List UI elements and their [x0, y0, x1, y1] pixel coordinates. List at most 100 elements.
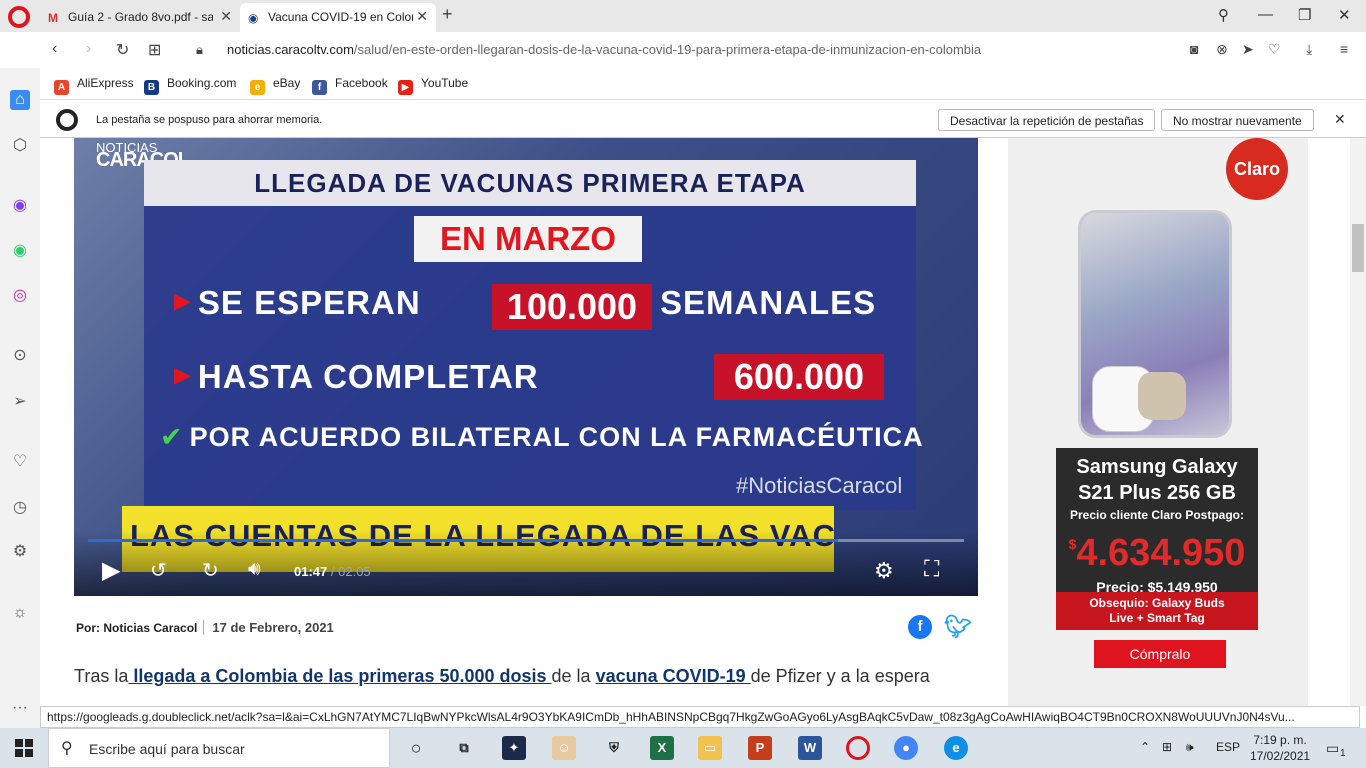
excel-icon[interactable]: X — [650, 736, 674, 760]
claro-advertisement[interactable]: Claro Samsung Galaxy S21 Plus 256 GB Prec… — [1008, 138, 1308, 706]
settings-icon[interactable]: ⚙ — [10, 542, 30, 562]
task-view-icon[interactable]: ⧉ — [452, 736, 476, 760]
send-icon[interactable]: ➤ — [1242, 41, 1254, 58]
tab-snooze-infobar: La pestaña se pospuso para ahorrar memor… — [40, 101, 1366, 138]
whatsapp-icon[interactable]: ◉ — [10, 241, 30, 261]
windows-start-icon[interactable] — [15, 739, 33, 757]
home-icon[interactable]: ⌂ — [10, 90, 30, 110]
tab-close-icon[interactable]: ✕ — [220, 8, 232, 25]
tips-lightbulb-icon[interactable]: ☼ — [10, 603, 30, 623]
photo-app-icon[interactable]: ☺ — [552, 736, 576, 760]
messenger-icon[interactable]: ◉ — [10, 196, 30, 216]
forward-button[interactable]: › — [86, 40, 91, 58]
article-link-vacuna[interactable]: vacuna COVID-19 — [596, 666, 751, 686]
tab-caracol[interactable]: ◉ Vacuna COVID-19 en Color ✕ — [240, 3, 436, 32]
volume-icon[interactable]: 🔊︎ — [248, 558, 261, 581]
buy-button[interactable]: Cómpralo — [1094, 640, 1226, 668]
article-byline: Por: Noticias Caracol 17 de Febrero, 2021 — [76, 620, 334, 635]
bookmark-heart-icon[interactable]: ♡ — [1268, 41, 1281, 58]
powerpoint-icon[interactable]: P — [748, 736, 772, 760]
video-controls: ▶ ↺ ↻ 🔊︎ 01:47 / 02:05 ⚙ ⛶ — [74, 530, 978, 596]
word-icon[interactable]: W — [798, 736, 822, 760]
bookmark-aliexpress[interactable]: A AliExpress — [54, 76, 134, 95]
ad-price-value: 4.634.950 — [1076, 532, 1246, 574]
flow-send-icon[interactable]: ➢ — [10, 392, 30, 412]
forward-10-icon[interactable]: ↻ — [202, 558, 219, 583]
scroll-thumb[interactable] — [1352, 224, 1364, 272]
video-player[interactable]: NOTICIAS CARACOL LLEGADA DE VACUNAS PRIME… — [74, 138, 978, 596]
publish-date: 17 de Febrero, 2021 — [203, 620, 334, 635]
clock-date: 17/02/2021 — [1250, 749, 1311, 763]
ebay-icon: e — [250, 80, 265, 95]
back-button[interactable]: ‹ — [52, 40, 57, 58]
ad-subtitle: Precio cliente Claro Postpago: — [1069, 508, 1245, 522]
bookmark-youtube[interactable]: ▶ YouTube — [398, 76, 468, 95]
volume-tray-icon[interactable]: 🕪︎ — [1186, 740, 1194, 755]
cortana-icon[interactable]: ○ — [404, 736, 428, 760]
bullet-line-3: ✔ POR ACUERDO BILATERAL CON LA FARMACÉUTI… — [160, 422, 924, 453]
network-icon[interactable]: ⊞ — [1162, 740, 1172, 754]
tab-title: Vacuna COVID-19 en Color — [268, 10, 413, 24]
bookmark-ebay[interactable]: e eBay — [250, 76, 300, 95]
extensions-icon[interactable]: ⬡ — [10, 136, 30, 156]
tray-chevron-icon[interactable]: ⌃ — [1140, 740, 1150, 754]
new-tab-button[interactable]: + — [442, 4, 453, 25]
instagram-icon[interactable]: ◎ — [10, 286, 30, 306]
page-scrollbar[interactable] — [1350, 138, 1366, 706]
caracol-icon: ◉ — [248, 11, 259, 25]
downloads-icon[interactable]: ⤓ — [1306, 41, 1312, 58]
settings-gear-icon[interactable]: ⚙ — [874, 558, 894, 584]
language-indicator[interactable]: ESP — [1216, 740, 1240, 754]
bullet-label: HASTA COMPLETAR — [197, 358, 539, 395]
file-explorer-icon[interactable]: ▭ — [698, 736, 722, 760]
more-icon[interactable]: ··· — [10, 698, 30, 718]
bookmark-facebook[interactable]: f Facebook — [312, 76, 388, 95]
play-icon[interactable]: ▶ — [102, 556, 120, 585]
url-field[interactable]: noticias.caracoltv.com/salud/en-este-ord… — [227, 42, 981, 57]
close-window-button[interactable]: ✕ — [1338, 6, 1351, 24]
url-path: /salud/en-este-orden-llegaran-dosis-de-l… — [353, 42, 982, 57]
history-icon[interactable]: ◷ — [10, 498, 30, 518]
tab-gmail[interactable]: M Guía 2 - Grado 8vo.pdf - sa ✕ — [40, 3, 240, 32]
facebook-share-icon[interactable]: f — [908, 615, 932, 639]
speed-dial-icon[interactable]: ⊞ — [148, 40, 161, 60]
notifications-icon[interactable]: ▭ — [1326, 740, 1339, 757]
clock-time: 7:19 p. m. — [1253, 733, 1307, 747]
disable-tab-snooze-button[interactable]: Desactivar la repetición de pestañas — [938, 109, 1156, 131]
search-tabs-icon[interactable]: ⚲ — [1218, 6, 1229, 24]
security-shield-icon[interactable]: ⛨ — [602, 736, 626, 760]
tab-close-icon[interactable]: ✕ — [416, 8, 428, 25]
article-link-dosis[interactable]: llegada a Colombia de las primeras 50.00… — [128, 666, 551, 686]
menu-icon[interactable]: ≡ — [1340, 41, 1348, 57]
video-progress-bar[interactable] — [88, 539, 964, 542]
player-icon[interactable]: ⊙ — [10, 346, 30, 366]
bookmarks-icon[interactable]: ♡ — [10, 452, 30, 472]
author-link[interactable]: Noticias Caracol — [103, 621, 197, 635]
infobar-close-icon[interactable]: ✕ — [1334, 111, 1346, 128]
opera-menu-icon[interactable] — [8, 6, 30, 28]
reload-button[interactable]: ↻ — [116, 40, 129, 60]
article-text: de la — [551, 666, 596, 686]
claro-logo: Claro — [1226, 138, 1288, 200]
minimize-button[interactable]: — — [1258, 6, 1273, 23]
twitter-share-icon[interactable]: 🐦︎ — [944, 615, 972, 639]
bullet-arrow-icon: ▶ — [174, 362, 192, 387]
restore-button[interactable]: ❐ — [1298, 6, 1311, 24]
opera-taskbar-icon[interactable] — [846, 736, 870, 760]
app-icon[interactable]: ✦ — [502, 736, 526, 760]
adblock-icon[interactable]: ⊗ — [1216, 41, 1228, 58]
byline-prefix: Por: — [76, 621, 100, 635]
fullscreen-icon[interactable]: ⛶ — [924, 556, 939, 582]
edge-icon[interactable]: e — [944, 736, 968, 760]
rewind-10-icon[interactable]: ↺ — [150, 558, 167, 583]
camera-icon[interactable]: ◙ — [1190, 41, 1198, 57]
bookmark-booking[interactable]: B Booking.com — [144, 76, 236, 95]
dont-show-again-button[interactable]: No mostrar nuevamente — [1161, 109, 1314, 131]
total-doses-value: 600.000 — [714, 354, 884, 400]
chrome-icon[interactable]: ● — [894, 736, 918, 760]
system-clock[interactable]: 7:19 p. m. 17/02/2021 — [1250, 732, 1310, 764]
video-progress-fill — [88, 539, 838, 542]
taskbar-search[interactable]: ⚲ Escribe aquí para buscar — [48, 728, 390, 768]
lock-icon[interactable]: 🔒︎ — [196, 42, 203, 58]
smart-tag-image — [1138, 372, 1186, 420]
